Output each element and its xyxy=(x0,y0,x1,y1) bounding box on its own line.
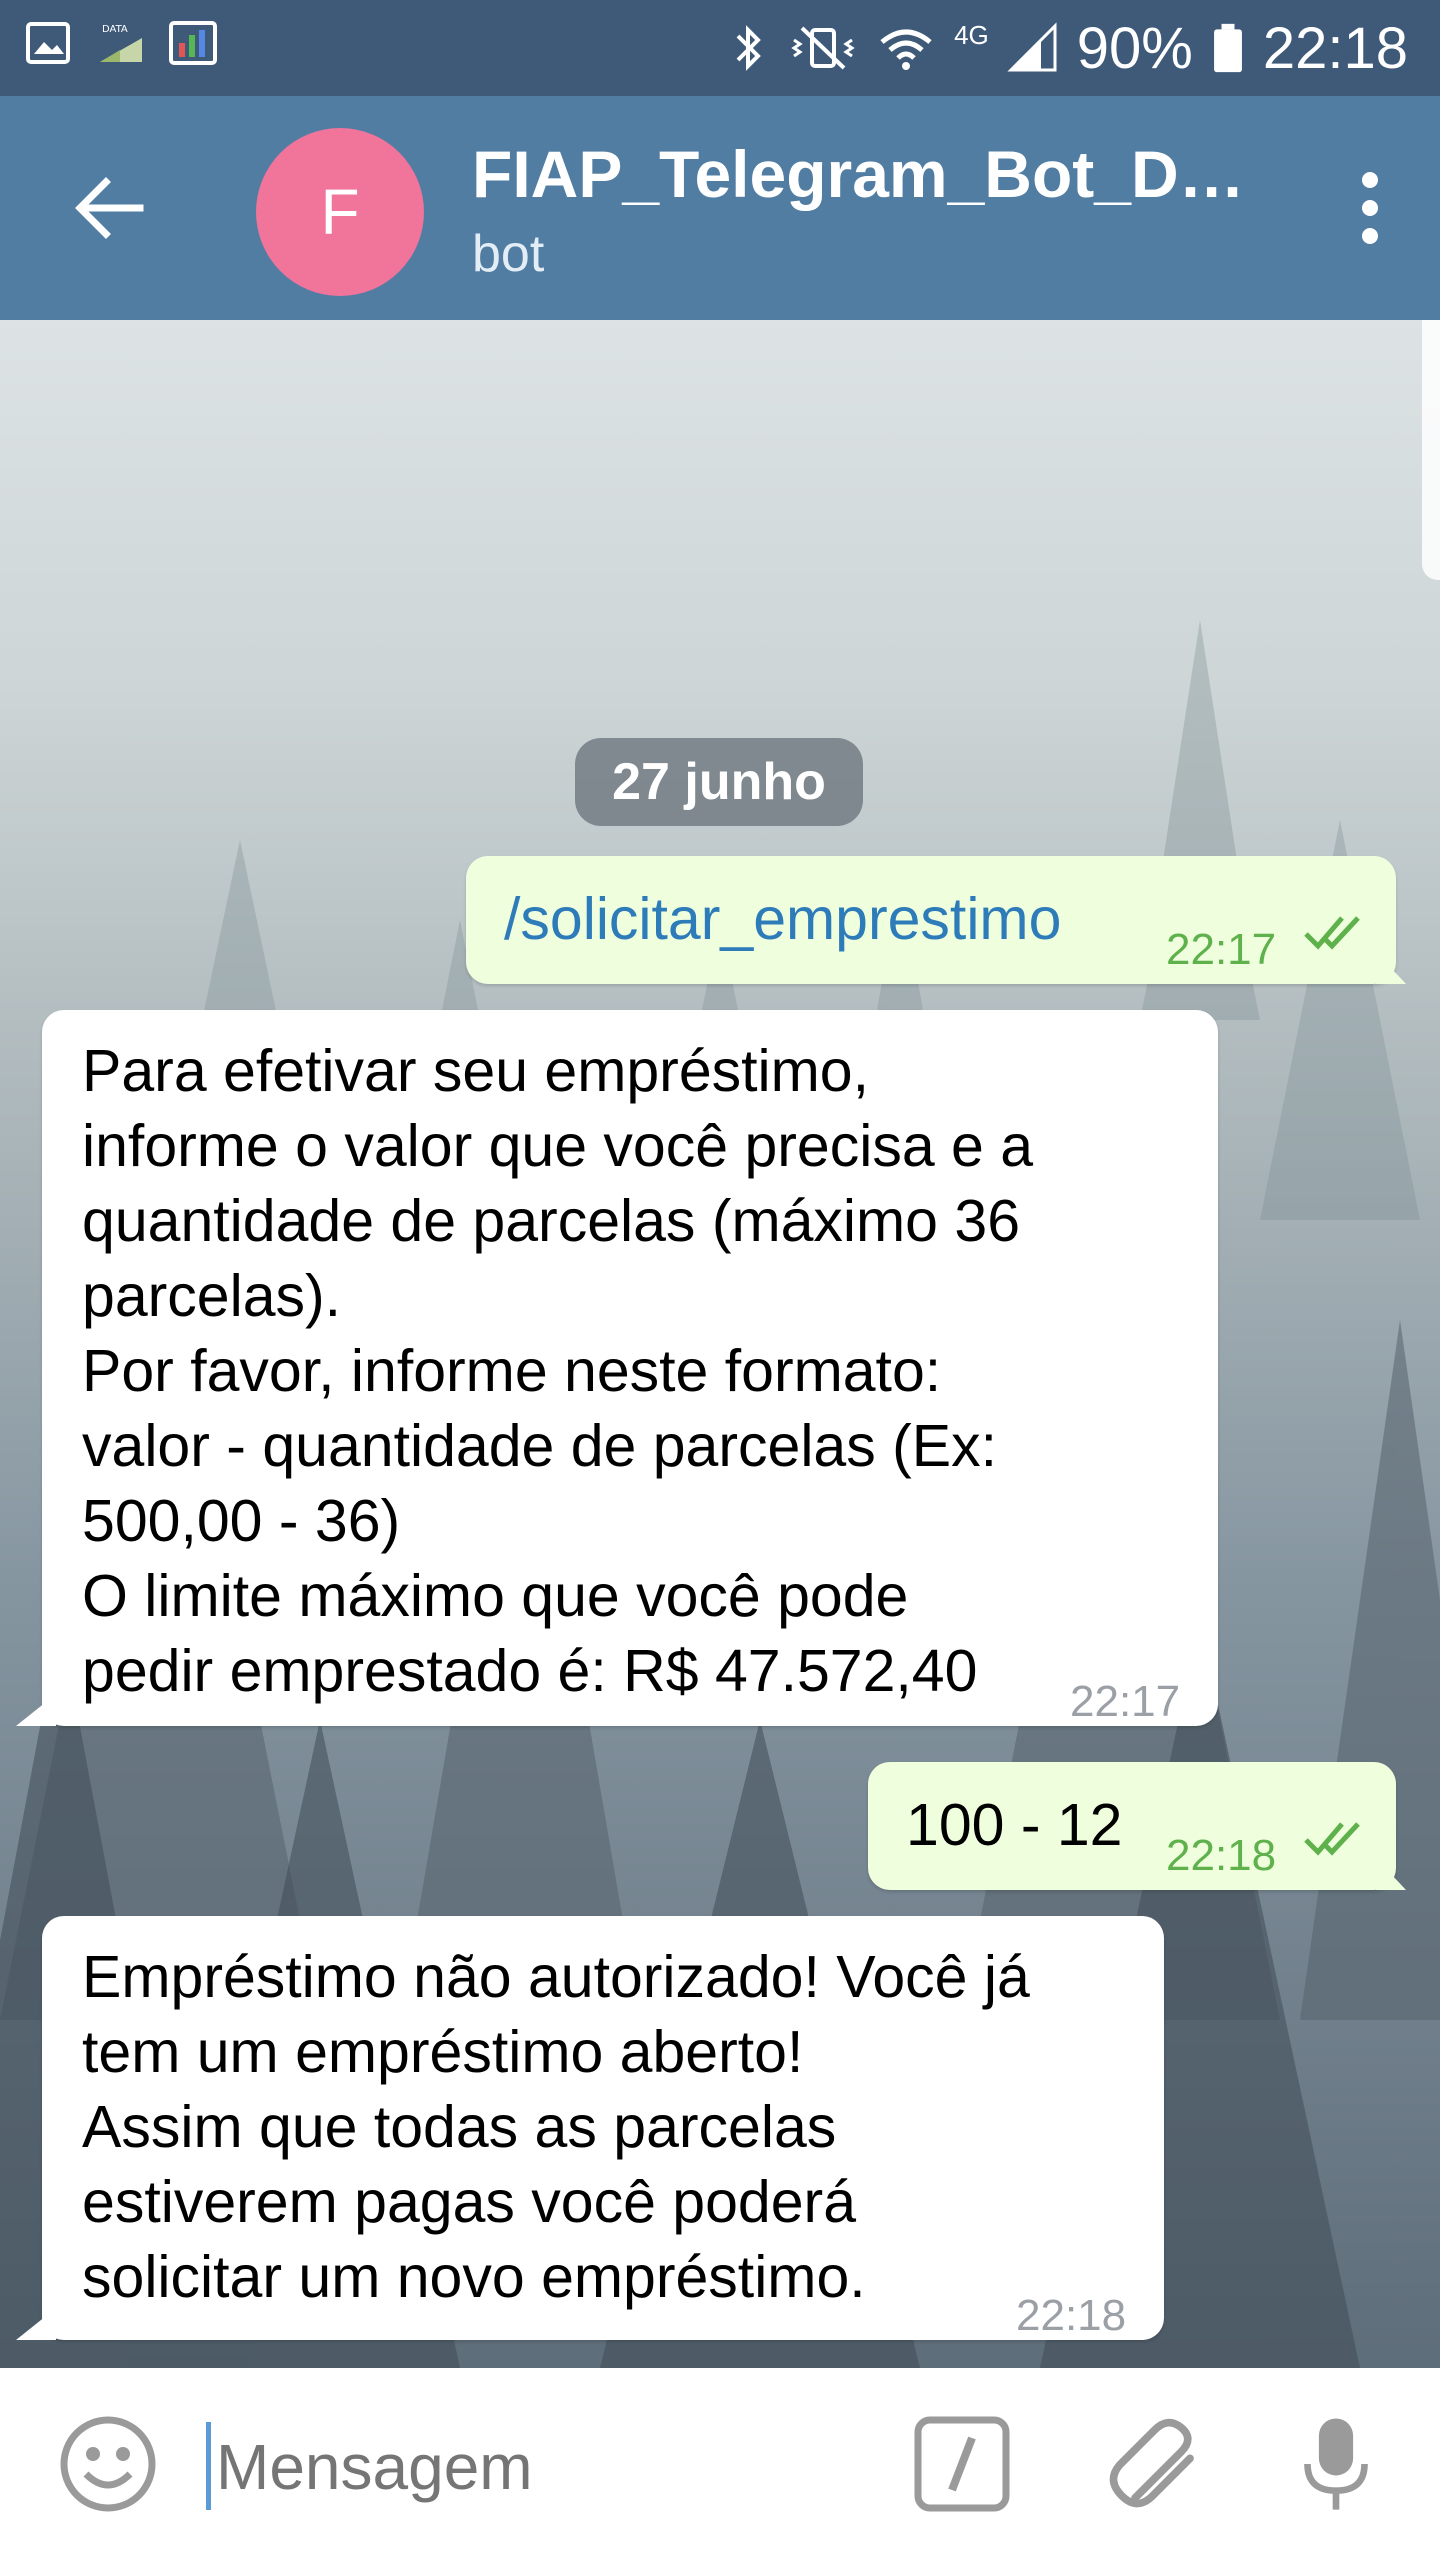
vibrate-mute-icon xyxy=(791,26,855,70)
microphone-icon[interactable] xyxy=(1298,2410,1374,2520)
message-input-bar xyxy=(0,2368,1440,2560)
incoming-message[interactable]: Para efetivar seu empréstimo, informe o … xyxy=(16,1010,1218,1726)
message-line: Para efetivar seu empréstimo, xyxy=(82,1038,869,1104)
message-input[interactable] xyxy=(214,2416,858,2518)
read-double-check-icon xyxy=(1304,916,1360,950)
chat-header: F FIAP_Telegram_Bot_D… bot xyxy=(0,96,1440,320)
message-text-command-link[interactable]: /solicitar_emprestimo xyxy=(504,882,1061,957)
avatar[interactable]: F xyxy=(256,128,424,296)
attach-paperclip-icon[interactable] xyxy=(1102,2410,1212,2520)
incoming-message[interactable]: Empréstimo não autorizado! Você já tem u… xyxy=(16,1916,1164,2340)
message-time: 22:17 xyxy=(1166,925,1277,974)
message-line: Por favor, informe neste formato: xyxy=(82,1338,942,1404)
message-line: O limite máximo que você pode xyxy=(82,1563,909,1629)
bubble-tail xyxy=(1376,952,1406,984)
network-type-label: 4G xyxy=(954,19,989,50)
bubble-tail xyxy=(16,2308,56,2340)
outgoing-message[interactable]: 100 - 12 22:18 xyxy=(868,1762,1406,1890)
message-line: pedir emprestado é: R$ 47.572,40 xyxy=(82,1638,978,1704)
chart-app-notification-icon xyxy=(169,21,217,65)
bubble-tail xyxy=(16,1694,56,1726)
more-options-icon[interactable] xyxy=(1340,166,1400,250)
message-line: Empréstimo não autorizado! Você já xyxy=(82,1944,1030,2010)
wifi-icon xyxy=(880,29,932,70)
message-line: informe o valor que você precisa e a xyxy=(82,1113,1034,1179)
status-bar: DATA 4G 90% 22:18 xyxy=(0,0,1440,96)
message-line: quantidade de parcelas (máximo 36 xyxy=(82,1188,1021,1254)
message-line: estiverem pagas você poderá xyxy=(82,2169,857,2235)
date-separator: 27 junho xyxy=(575,738,863,826)
battery-percent: 90% xyxy=(1076,15,1193,81)
bubble-tail xyxy=(1376,1858,1406,1890)
message-time: 22:18 xyxy=(1016,2291,1127,2340)
signal-icon xyxy=(1007,22,1057,72)
message-text: 100 - 12 xyxy=(906,1792,1123,1858)
message-line: parcelas). xyxy=(82,1263,342,1329)
bluetooth-icon xyxy=(736,25,761,71)
read-double-check-icon xyxy=(1304,1822,1360,1856)
message-time: 22:17 xyxy=(1070,1677,1181,1726)
battery-icon xyxy=(1213,23,1242,73)
data-notification-icon: DATA xyxy=(100,24,142,62)
chat-area[interactable]: 27 junho /solicitar_emprestimo 22:17 Par… xyxy=(0,320,1440,2368)
message-line: 500,00 - 36) xyxy=(82,1488,401,1554)
message-line: Assim que todas as parcelas xyxy=(82,2094,837,2160)
message-text: Para efetivar seu empréstimo, informe o … xyxy=(82,1034,1033,1709)
message-line: valor - quantidade de parcelas (Ex: xyxy=(82,1413,998,1479)
clock: 22:18 xyxy=(1262,15,1408,81)
outgoing-message[interactable]: /solicitar_emprestimo 22:17 xyxy=(466,856,1406,984)
message-line: tem um empréstimo aberto! xyxy=(82,2019,804,2085)
emoji-icon[interactable] xyxy=(58,2414,158,2514)
gallery-notification-icon xyxy=(26,22,70,64)
message-time: 22:18 xyxy=(1166,1831,1277,1880)
svg-text:DATA: DATA xyxy=(102,24,128,35)
chat-title[interactable]: FIAP_Telegram_Bot_D… xyxy=(472,136,1245,212)
chat-subtitle: bot xyxy=(472,225,545,283)
back-arrow-icon[interactable] xyxy=(70,168,150,248)
bot-command-icon[interactable] xyxy=(912,2414,1012,2514)
message-line: solicitar um novo empréstimo. xyxy=(82,2244,866,2310)
message-text: Empréstimo não autorizado! Você já tem u… xyxy=(82,1940,1030,2315)
text-caret xyxy=(206,2422,211,2510)
